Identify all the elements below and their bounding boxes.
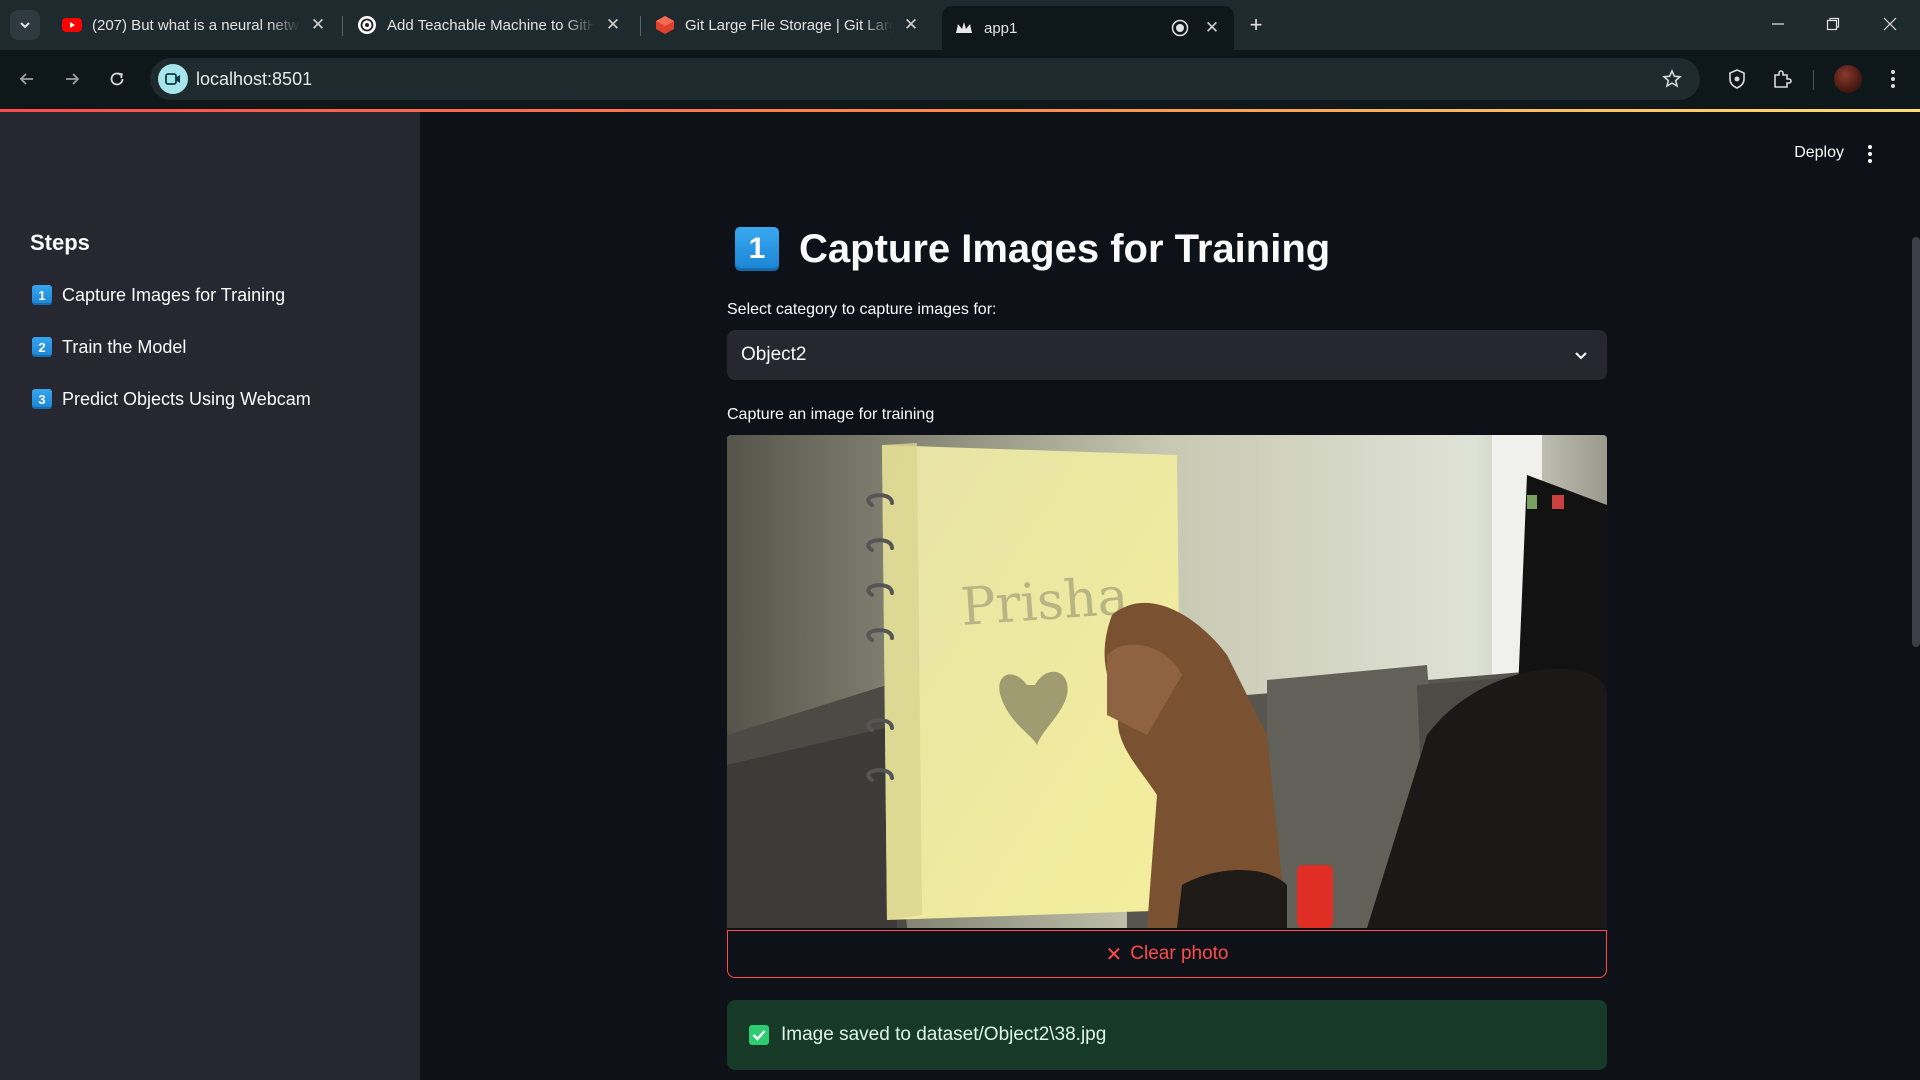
success-alert: Image saved to dataset/Object2\38.jpg (727, 1000, 1607, 1070)
youtube-icon (62, 15, 82, 35)
close-icon (1883, 17, 1897, 31)
keycap-3-icon: 3 (32, 389, 52, 409)
close-tab-icon[interactable]: ✕ (901, 15, 921, 35)
toolbar-divider (1813, 70, 1814, 90)
restore-button[interactable] (1813, 10, 1853, 38)
restore-icon (1826, 17, 1840, 31)
chevron-down-icon (1569, 343, 1593, 367)
tab-title: Add Teachable Machine to GitH (387, 16, 595, 34)
photo-handwriting: Prisha (959, 566, 1130, 638)
close-icon: ✕ (1105, 943, 1123, 966)
category-select-label: Select category to capture images for: (727, 301, 997, 318)
recording-icon (1170, 18, 1190, 38)
minimize-button[interactable] (1758, 10, 1798, 38)
tab-teachable-machine[interactable]: Add Teachable Machine to GitH ✕ (345, 8, 635, 42)
app-menu-icon[interactable] (1860, 142, 1880, 166)
sidebar-item-label: Train the Model (62, 336, 187, 357)
shield-extension-icon[interactable] (1722, 64, 1752, 94)
clear-photo-button[interactable]: ✕ Clear photo (727, 930, 1607, 978)
app-sidebar: Steps 1 Capture Images for Training 2 Tr… (0, 112, 420, 1080)
category-select[interactable]: Object2 (727, 330, 1607, 380)
tab-youtube[interactable]: (207) But what is a neural netw ✕ (50, 8, 340, 42)
page-title-text: Capture Images for Training (799, 226, 1331, 271)
camera-input-label: Capture an image for training (727, 406, 935, 423)
tab-search-button[interactable] (10, 10, 40, 40)
arrow-left-icon (19, 73, 33, 85)
tab-app1[interactable]: app1 ✕ (942, 6, 1234, 50)
browser-menu-icon[interactable] (1878, 64, 1908, 94)
browser-toolbar: localhost:8501 (0, 50, 1920, 110)
reload-icon (110, 72, 124, 86)
back-button[interactable] (10, 62, 44, 96)
sidebar-item-train[interactable]: 2 Train the Model (32, 332, 186, 362)
check-box-icon (749, 1025, 769, 1045)
minimize-icon (1772, 23, 1784, 25)
sidebar-title: Steps (30, 230, 90, 255)
close-window-button[interactable] (1870, 10, 1910, 38)
new-tab-button[interactable]: + (1243, 12, 1269, 38)
tab-divider (640, 16, 641, 36)
page-scrollbar[interactable] (1912, 237, 1920, 647)
forward-button[interactable] (55, 62, 89, 96)
camera-indicator-icon (165, 73, 180, 85)
tab-divider (342, 16, 343, 36)
close-tab-icon[interactable]: ✕ (603, 15, 623, 35)
success-message: Image saved to dataset/Object2\38.jpg (781, 1024, 1107, 1045)
url-text: localhost:8501 (196, 69, 313, 89)
keycap-1-icon: 1 (32, 285, 52, 305)
sidebar-item-capture[interactable]: 1 Capture Images for Training (32, 280, 285, 310)
close-tab-icon[interactable]: ✕ (1202, 18, 1222, 38)
clear-photo-label: Clear photo (1130, 943, 1229, 964)
category-select-value: Object2 (741, 344, 807, 365)
sidebar-item-predict[interactable]: 3 Predict Objects Using Webcam (32, 384, 311, 414)
extensions-puzzle-icon[interactable] (1767, 64, 1797, 94)
profile-avatar[interactable] (1834, 65, 1862, 93)
reload-button[interactable] (100, 62, 134, 96)
streamlit-crown-icon (954, 18, 974, 38)
tab-title: app1 (984, 19, 1018, 37)
arrow-right-icon (66, 73, 80, 85)
sidebar-item-label: Predict Objects Using Webcam (62, 388, 311, 409)
openai-icon (357, 15, 377, 35)
app-main: Deploy 1 Capture Images for Training Sel… (420, 112, 1920, 1080)
page-title: 1 Capture Images for Training (735, 224, 1330, 274)
keycap-2-icon: 2 (32, 337, 52, 357)
chevron-down-icon (20, 22, 30, 29)
keycap-1-icon: 1 (735, 227, 779, 271)
bookmark-star-icon[interactable] (1660, 67, 1684, 91)
webcam-image: Prisha (727, 435, 1607, 928)
browser-tab-strip: (207) But what is a neural netw ✕ Add Te… (0, 0, 1920, 50)
tab-git-lfs[interactable]: Git Large File Storage | Git Larg ✕ (643, 8, 933, 42)
deploy-button[interactable]: Deploy (1794, 144, 1844, 162)
sidebar-item-label: Capture Images for Training (62, 284, 286, 305)
site-info-button[interactable] (158, 64, 188, 94)
tab-title: Git Large File Storage | Git Larg (685, 16, 893, 34)
close-tab-icon[interactable]: ✕ (308, 15, 328, 35)
tab-title: (207) But what is a neural netw (92, 16, 299, 34)
captured-photo: Prisha (727, 435, 1607, 928)
git-lfs-icon (655, 15, 675, 35)
address-bar[interactable]: localhost:8501 (150, 58, 1700, 100)
